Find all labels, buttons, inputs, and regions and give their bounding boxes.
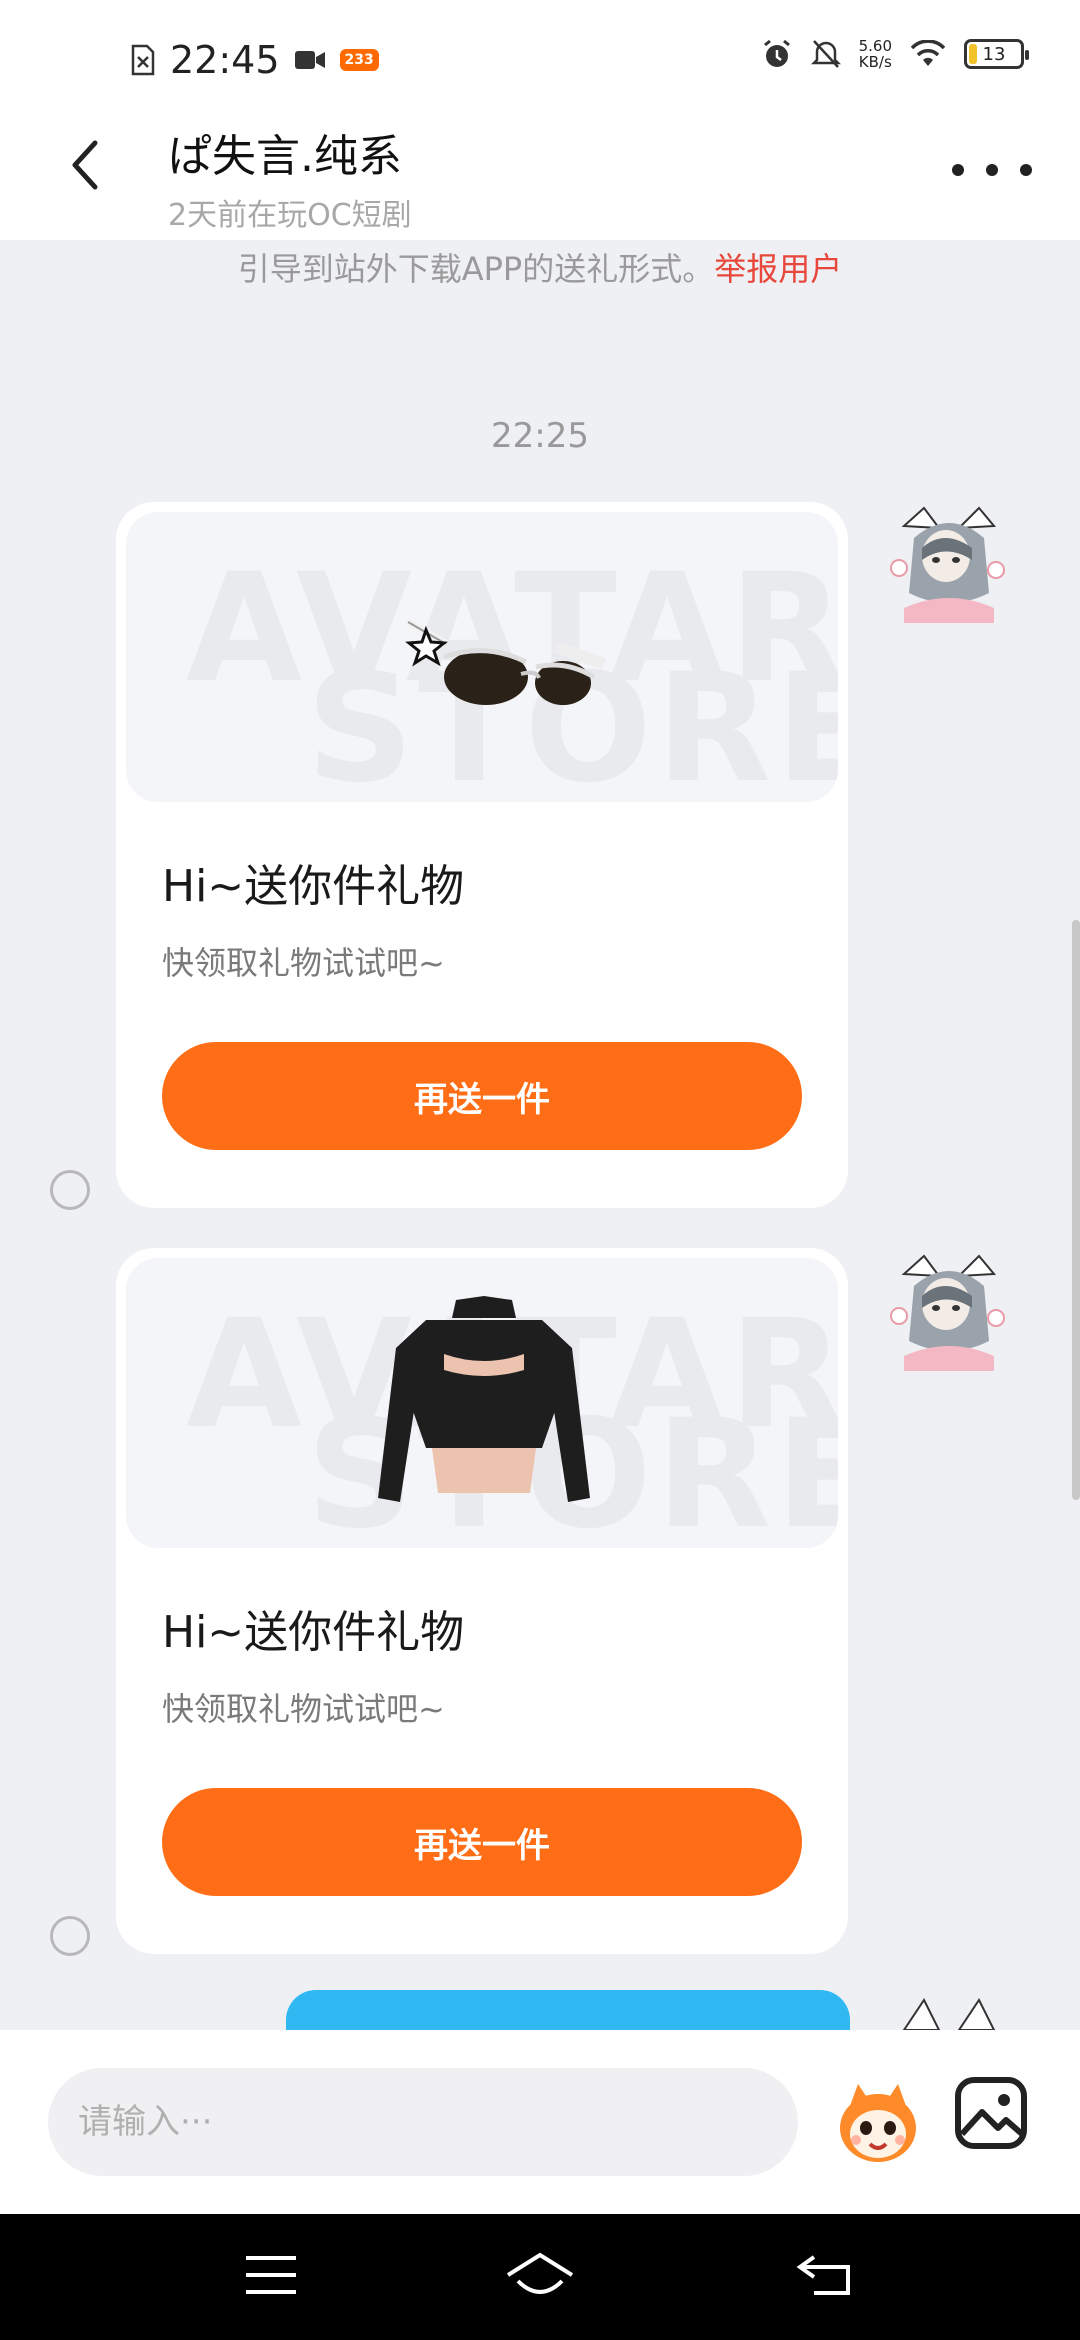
send-another-button[interactable]: 再送一件 xyxy=(162,1042,802,1150)
back-nav-button[interactable] xyxy=(784,2240,864,2310)
chevron-left-icon xyxy=(72,140,98,190)
input-bar xyxy=(0,2030,1080,2214)
home-button[interactable] xyxy=(500,2240,580,2310)
status-left: 22:45 233 xyxy=(130,38,379,82)
alarm-icon xyxy=(763,39,790,67)
black-crop-top-icon xyxy=(378,1296,590,1502)
select-radio[interactable] xyxy=(50,1916,90,1956)
chat-subtitle: 2天前在玩OC短剧 xyxy=(168,198,412,233)
back-button[interactable] xyxy=(56,135,116,195)
send-another-button[interactable]: 再送一件 xyxy=(162,1788,802,1896)
gift-description: 快领取礼物试试吧~ xyxy=(162,1690,445,1728)
back-icon xyxy=(796,2255,850,2295)
chat-title: ぱ失言.纯系 xyxy=(168,131,402,182)
message-timestamp: 22:25 xyxy=(491,416,589,456)
chat-header: ぱ失言.纯系 2天前在玩OC短剧 xyxy=(0,90,1080,240)
user-avatar[interactable] xyxy=(884,498,1014,628)
more-options-button[interactable] xyxy=(952,150,1032,190)
image-icon[interactable] xyxy=(952,2074,1030,2152)
gift-item-image: AVATAR STORE xyxy=(126,512,838,802)
home-icon xyxy=(506,2252,574,2294)
system-nav-bar xyxy=(0,2214,1080,2340)
battery-level: 13 xyxy=(982,43,1006,65)
more-dot xyxy=(1020,164,1032,176)
user-avatar[interactable] xyxy=(884,1246,1014,1376)
gift-card[interactable]: AVATAR STORE Hi~送你件礼物 快领取礼物试试吧~ 再送一件 xyxy=(116,1248,848,1954)
gift-card[interactable]: AVATAR STORE Hi~送你件礼物 快领取礼物试试吧~ 再送一件 xyxy=(116,502,848,1208)
net-speed-unit: KB/s xyxy=(858,53,892,71)
sunglasses-icon xyxy=(405,618,607,705)
gift-title: Hi~送你件礼物 xyxy=(162,861,465,912)
app-badge: 233 xyxy=(339,49,379,71)
message-input[interactable] xyxy=(48,2068,798,2176)
gift-description: 快领取礼物试试吧~ xyxy=(162,944,445,982)
battery-icon: 13 xyxy=(964,39,1029,69)
notice-line2: 引导到站外下载APP的送礼形式。 xyxy=(237,250,715,288)
gift-item-image: AVATAR STORE xyxy=(126,1258,838,1548)
mute-bell-icon xyxy=(810,40,841,68)
sim-file-icon xyxy=(131,44,155,76)
report-user-link[interactable]: 举报用户 xyxy=(714,250,842,288)
mascot-emoji-icon[interactable] xyxy=(832,2076,924,2168)
wifi-icon xyxy=(910,40,946,66)
title-block[interactable]: ぱ失言.纯系 2天前在玩OC短剧 xyxy=(168,120,412,234)
gift-title: Hi~送你件礼物 xyxy=(162,1607,465,1658)
status-right: 5.60 KB/s 13 xyxy=(761,38,1029,70)
net-speed: 5.60 KB/s xyxy=(859,38,892,70)
more-dot xyxy=(986,164,998,176)
notice-line2-wrap: 引导到站外下载APP的送礼形式。举报用户 xyxy=(60,246,1020,292)
scrollbar[interactable] xyxy=(1072,920,1080,1500)
video-camera-icon xyxy=(294,51,325,69)
menu-button[interactable] xyxy=(231,2240,311,2310)
user-avatar-partial[interactable] xyxy=(884,1990,1014,2030)
select-radio[interactable] xyxy=(50,1170,90,1210)
menu-icon xyxy=(246,2256,296,2294)
more-dots-icon xyxy=(952,164,964,176)
clock: 22:45 xyxy=(170,38,280,82)
net-speed-value: 5.60 xyxy=(858,37,892,55)
